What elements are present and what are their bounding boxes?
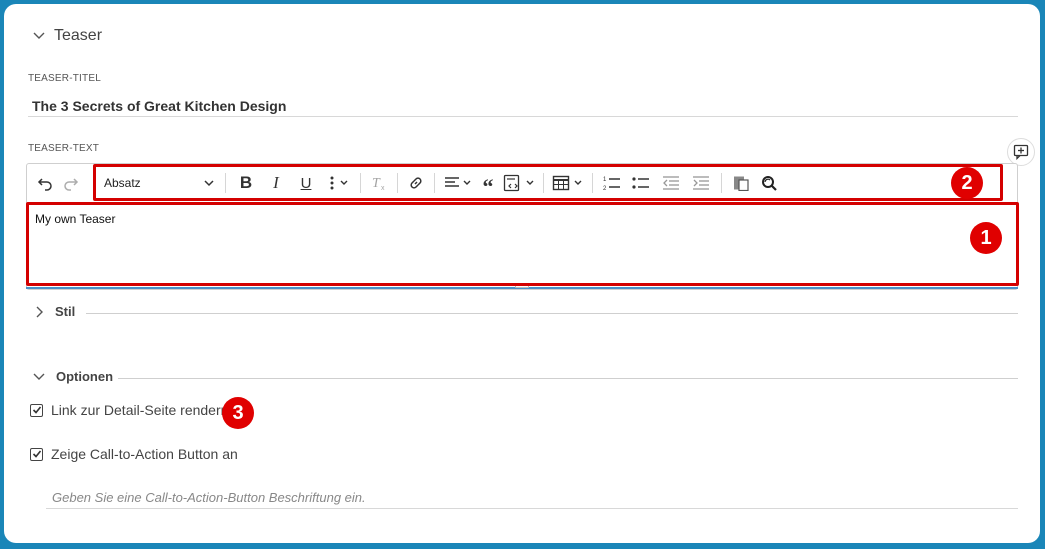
more-vertical-icon (330, 176, 348, 190)
find-replace-button[interactable] (755, 170, 783, 196)
cta-label-input[interactable]: Geben Sie eine Call-to-Action-Button Bes… (52, 490, 366, 505)
link-detail-checkbox-row[interactable]: Link zur Detail-Seite rendern (30, 402, 228, 418)
editor-toolbar: Absatz B I U T x “ 1 2 (98, 167, 783, 199)
remove-format-icon: T x (372, 176, 385, 191)
paste-plain-button[interactable] (727, 170, 755, 196)
insert-table-button[interactable] (549, 170, 587, 196)
source-icon (503, 174, 534, 192)
checkmark-icon (32, 450, 41, 458)
svg-text:x: x (381, 185, 385, 191)
find-replace-icon (762, 176, 777, 191)
align-left-icon (445, 177, 471, 187)
table-icon (552, 175, 582, 191)
annotation-badge-2: 2 (951, 167, 983, 199)
cta-checkbox[interactable] (30, 447, 43, 461)
bold-icon: B (239, 173, 253, 192)
numbered-list-button[interactable]: 1 2 (598, 170, 626, 196)
link-button[interactable] (403, 170, 429, 196)
chevron-down-icon (204, 180, 214, 187)
redo-button[interactable] (58, 170, 84, 196)
teaser-section-title: Teaser (54, 27, 103, 44)
undo-icon (37, 178, 52, 191)
toolbar-separator (360, 173, 361, 193)
italic-button[interactable]: I (261, 170, 291, 196)
teaser-title-label: TEASER-TITEL (28, 73, 101, 84)
chevron-down-icon (33, 373, 45, 380)
teaser-text-content[interactable]: My own Teaser (35, 212, 115, 226)
chevron-right-icon (36, 306, 43, 317)
cta-input-underline (46, 508, 1018, 509)
chevron-down-icon (33, 32, 45, 39)
link-detail-checkbox[interactable] (30, 403, 43, 417)
toolbar-separator (721, 173, 722, 193)
outdent-icon (663, 176, 679, 190)
link-detail-label: Link zur Detail-Seite rendern (51, 402, 229, 418)
svg-text:T: T (372, 176, 381, 191)
teaser-text-label: TEASER-TEXT (28, 143, 100, 154)
undo-button[interactable] (32, 170, 58, 196)
toolbar-separator (397, 173, 398, 193)
add-content-button[interactable] (1007, 138, 1035, 166)
italic-icon: I (273, 173, 279, 192)
teaser-title-underline (28, 116, 1018, 117)
cta-checkbox-row[interactable]: Zeige Call-to-Action Button an (30, 446, 238, 462)
indent-icon (693, 176, 709, 190)
annotation-badge-3: 3 (222, 397, 254, 429)
underline-button[interactable]: U (291, 170, 321, 196)
indent-button[interactable] (686, 170, 716, 196)
paragraph-format-value: Absatz (104, 176, 141, 190)
svg-text:1: 1 (603, 177, 607, 183)
add-comment-icon (1013, 144, 1029, 160)
stil-divider (86, 313, 1018, 314)
link-icon (410, 177, 422, 189)
toolbar-separator (225, 173, 226, 193)
redo-icon (64, 178, 79, 191)
teaser-title-input[interactable]: The 3 Secrets of Great Kitchen Design (32, 98, 286, 114)
source-editing-button[interactable] (500, 170, 538, 196)
quote-icon: “ (482, 174, 494, 199)
more-styles-button[interactable] (321, 170, 355, 196)
underline-icon: U (300, 174, 312, 192)
optionen-section-title: Optionen (56, 369, 114, 384)
toolbar-separator (434, 173, 435, 193)
outdent-button[interactable] (656, 170, 686, 196)
optionen-divider (118, 378, 1018, 379)
annotation-badge-1: 1 (970, 222, 1002, 254)
toolbar-separator (592, 173, 593, 193)
bulleted-list-button[interactable] (626, 170, 656, 196)
optionen-section-toggle[interactable]: Optionen (32, 369, 113, 384)
stil-section-title: Stil (55, 304, 76, 319)
align-button[interactable] (440, 170, 476, 196)
toolbar-separator (543, 173, 544, 193)
svg-text:2: 2 (603, 186, 607, 191)
checkmark-icon (32, 406, 41, 414)
paste-icon (734, 176, 749, 191)
cta-label: Zeige Call-to-Action Button an (51, 446, 238, 462)
content-highlight-box (26, 202, 1019, 286)
remove-format-button[interactable]: T x (366, 170, 392, 196)
stil-section-toggle[interactable]: Stil (32, 304, 75, 319)
numbered-list-icon: 1 2 (603, 177, 620, 191)
bulleted-list-icon (632, 177, 649, 189)
teaser-section-toggle[interactable]: Teaser (32, 27, 102, 45)
paragraph-format-select[interactable]: Absatz (98, 170, 220, 196)
bold-button[interactable]: B (231, 170, 261, 196)
blockquote-button[interactable]: “ (476, 170, 500, 199)
